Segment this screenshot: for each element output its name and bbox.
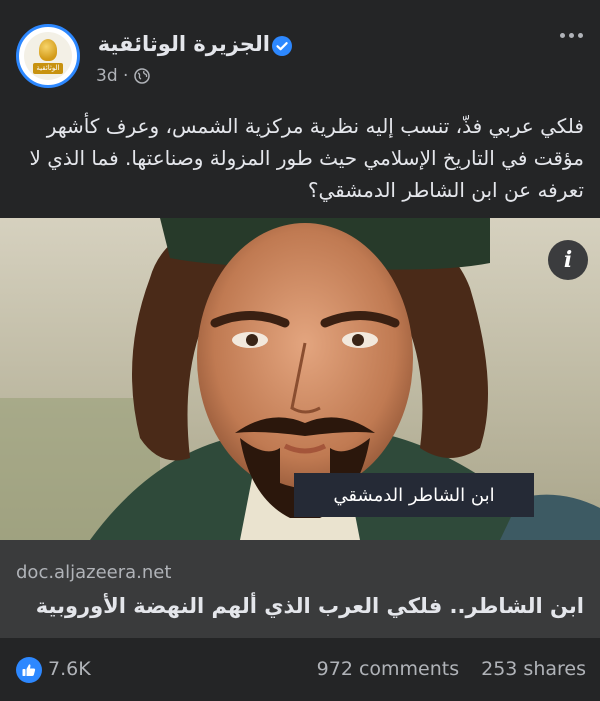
shares-count[interactable]: 253 shares [481,658,586,680]
post-caption: فلكي عربي فذّ، تنسب إليه نظرية مركزية ال… [29,114,584,202]
page-avatar[interactable]: الوثائقية [16,24,80,88]
comments-count[interactable]: 972 comments [317,658,459,680]
engagement-bar: 7.6K 972 comments 253 shares [0,638,600,701]
link-domain: doc.aljazeera.net [16,562,172,583]
post-header: الوثائقية الجزيرة الوثائقية 3d · [0,0,600,100]
post-time[interactable]: 3d · [96,66,128,86]
more-options-icon[interactable] [556,26,586,44]
post-image[interactable]: i ابن الشاطر الدمشقي [0,218,600,540]
logo-emblem [39,38,57,61]
post-meta: 3d · [96,66,151,86]
info-icon[interactable]: i [548,240,588,280]
engagement-counts: 972 comments 253 shares [317,658,586,680]
globe-icon[interactable] [134,68,151,84]
like-icon[interactable] [16,657,42,683]
link-preview[interactable]: doc.aljazeera.net ابن الشاطر.. فلكي العر… [0,540,600,638]
like-count[interactable]: 7.6K [48,658,91,680]
verified-badge-icon [272,36,292,56]
link-title[interactable]: ابن الشاطر.. فلكي العرب الذي ألهم النهضة… [36,594,584,618]
page-name[interactable]: الجزيرة الوثائقية [98,32,270,56]
thumbs-up-icon [22,664,36,676]
logo-badge: الوثائقية [33,62,63,74]
page-logo: الوثائقية [24,32,72,80]
image-overlay-label: ابن الشاطر الدمشقي [294,473,534,517]
